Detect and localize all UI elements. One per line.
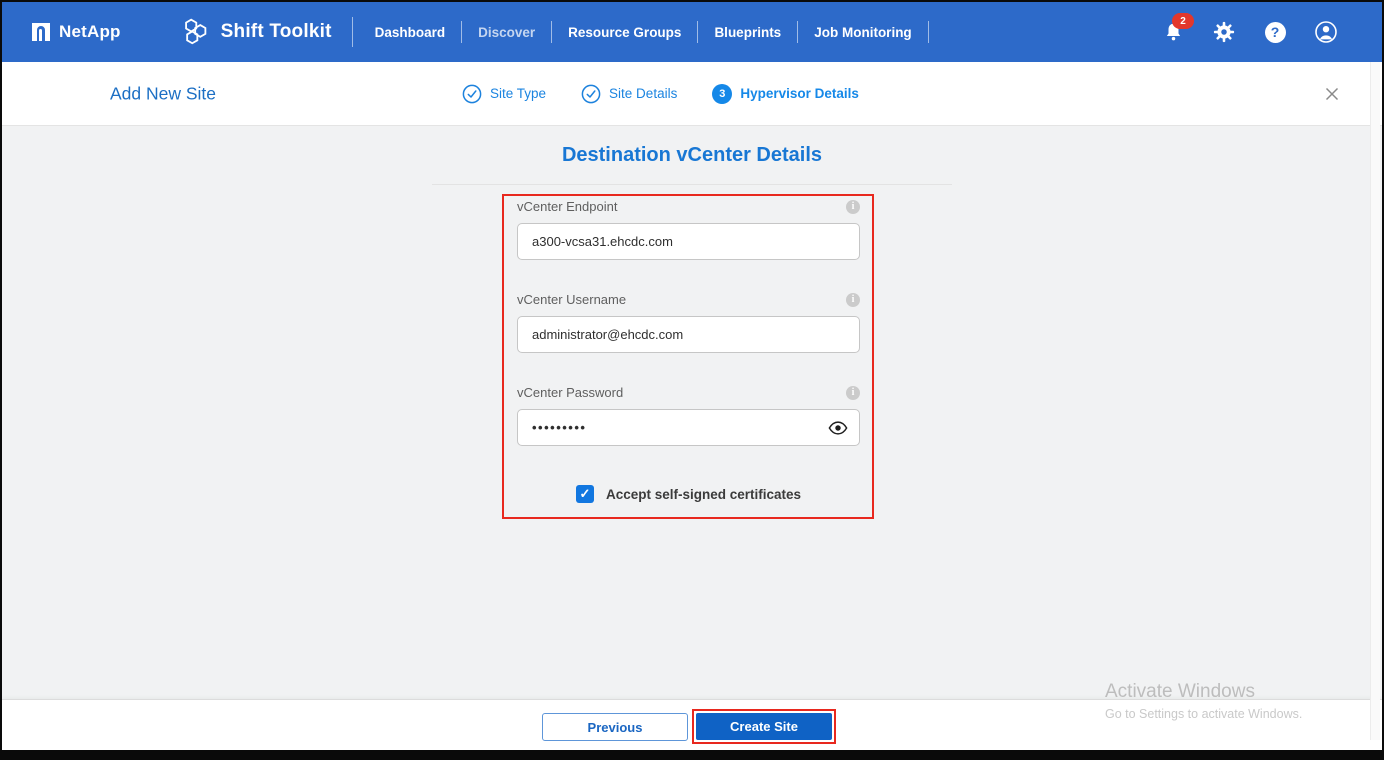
settings-gear-icon[interactable] <box>1212 20 1236 44</box>
shift-toolkit-icon <box>184 18 206 45</box>
show-password-eye-icon[interactable] <box>828 420 848 436</box>
section-heading: Destination vCenter Details <box>561 144 823 166</box>
step-site-details[interactable]: Site Details <box>581 84 677 104</box>
vcenter-password-label: vCenter Password <box>517 385 624 400</box>
vcenter-endpoint-label: vCenter Endpoint <box>517 199 618 214</box>
nav-divider <box>797 21 799 43</box>
nav-item-dashboard[interactable]: Dashboard <box>373 21 448 44</box>
account-icon[interactable] <box>1314 20 1338 44</box>
vcenter-username-label: vCenter Username <box>517 292 627 307</box>
annotation-highlight-create-button: Create Site <box>692 709 836 744</box>
create-site-button[interactable]: Create Site <box>696 713 832 740</box>
top-navbar: NetApp Shift Toolkit Dashboard Discover … <box>2 2 1382 62</box>
self-signed-cert-label: Accept self-signed certificates <box>605 486 802 502</box>
close-icon[interactable] <box>1324 86 1340 102</box>
vcenter-password-input[interactable] <box>517 409 860 446</box>
nav-item-job-monitoring[interactable]: Job Monitoring <box>812 21 913 44</box>
vcenter-username-group: vCenter Username <box>517 292 860 353</box>
wizard-header: Add New Site Site Type Site Details 3 Hy… <box>2 62 1382 126</box>
step-complete-check-icon <box>581 84 601 103</box>
step-site-type[interactable]: Site Type <box>462 84 546 104</box>
wizard-stepper: Site Type Site Details 3 Hypervisor Deta… <box>462 62 859 125</box>
step-label: Site Details <box>609 86 678 101</box>
app-window: NetApp Shift Toolkit Dashboard Discover … <box>0 0 1384 760</box>
info-icon[interactable] <box>846 199 860 214</box>
nav-divider <box>551 21 553 43</box>
self-signed-cert-checkbox[interactable] <box>575 485 594 503</box>
help-question-glyph <box>1264 21 1286 43</box>
page-title: Add New Site <box>110 83 217 103</box>
step-complete-check-icon <box>462 84 482 103</box>
vcenter-password-group: vCenter Password <box>517 385 860 446</box>
self-signed-cert-row: Accept self-signed certificates <box>517 485 860 503</box>
netapp-logo-icon <box>32 23 50 41</box>
vcenter-username-input[interactable] <box>517 316 860 353</box>
notifications-bell-icon[interactable]: 2 <box>1161 13 1194 44</box>
nav-divider <box>461 21 463 43</box>
vcenter-endpoint-input[interactable] <box>517 223 860 260</box>
wizard-footer: Previous Create Site <box>2 699 1382 750</box>
nav-item-blueprints[interactable]: Blueprints <box>712 21 783 44</box>
nav-divider <box>697 21 699 43</box>
info-icon[interactable] <box>846 292 860 307</box>
nav-item-discover[interactable]: Discover <box>476 21 537 44</box>
nav-divider <box>351 17 353 47</box>
main-nav: Dashboard Discover Resource Groups Bluep… <box>373 21 943 44</box>
step-label: Hypervisor Details <box>740 86 859 101</box>
vcenter-endpoint-group: vCenter Endpoint <box>517 199 860 260</box>
navbar-actions: 2 <box>1161 2 1338 62</box>
step-label: Site Type <box>490 86 547 101</box>
nav-item-resource-groups[interactable]: Resource Groups <box>566 21 683 44</box>
step-hypervisor-details[interactable]: 3 Hypervisor Details <box>712 83 859 104</box>
brand-name: NetApp <box>59 22 121 41</box>
netapp-logo: NetApp <box>32 22 121 42</box>
info-icon[interactable] <box>846 385 860 400</box>
app-title-label: Shift Toolkit <box>220 21 332 42</box>
nav-divider <box>927 21 929 43</box>
heading-divider <box>432 184 952 185</box>
help-icon[interactable] <box>1263 20 1287 44</box>
notification-badge: 2 <box>1172 13 1194 29</box>
vcenter-form: vCenter Endpoint vCenter Username vCente… <box>517 199 860 503</box>
step-number-badge: 3 <box>712 83 733 104</box>
scrollbar[interactable] <box>1370 62 1380 740</box>
previous-button[interactable]: Previous <box>542 713 688 741</box>
app-title: Shift Toolkit <box>181 17 332 47</box>
